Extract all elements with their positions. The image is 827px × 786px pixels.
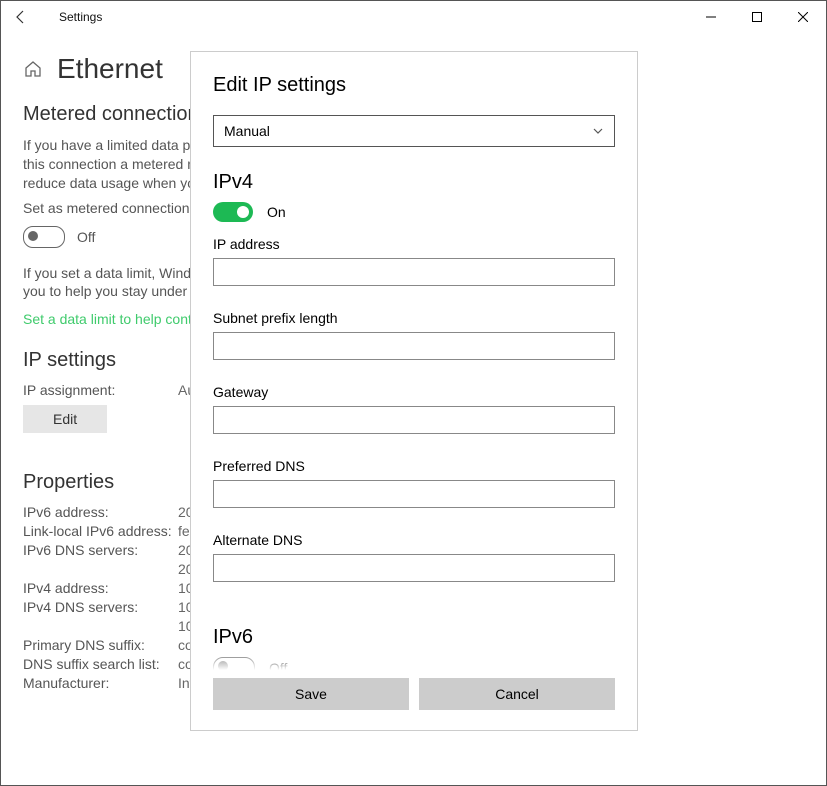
alt-dns-label: Alternate DNS [213, 532, 615, 548]
save-button[interactable]: Save [213, 678, 409, 710]
pref-dns-input[interactable] [213, 480, 615, 508]
subnet-label: Subnet prefix length [213, 310, 615, 326]
property-key: Primary DNS suffix: [23, 637, 178, 653]
ip-assignment-label: IP assignment: [23, 382, 178, 398]
property-key: DNS suffix search list: [23, 656, 178, 672]
ip-address-label: IP address [213, 236, 615, 252]
ipv6-heading: IPv6 [213, 626, 615, 649]
ipv4-toggle[interactable] [213, 202, 253, 222]
ipv4-toggle-state: On [267, 204, 286, 220]
subnet-input[interactable] [213, 332, 615, 360]
property-key: Link-local IPv6 address: [23, 523, 178, 539]
metered-toggle[interactable] [23, 226, 65, 248]
cancel-button[interactable]: Cancel [419, 678, 615, 710]
edit-ip-button[interactable]: Edit [23, 405, 107, 433]
close-button[interactable] [780, 1, 826, 33]
property-key [23, 618, 178, 634]
ip-mode-select[interactable]: Manual [213, 115, 615, 147]
property-key: IPv6 DNS servers: [23, 542, 178, 558]
ip-mode-value: Manual [224, 123, 270, 139]
property-value: fe [178, 523, 190, 539]
property-key: Manufacturer: [23, 675, 178, 691]
metered-toggle-state: Off [77, 229, 95, 245]
home-icon [23, 59, 43, 79]
titlebar: Settings [1, 1, 826, 33]
property-key: IPv4 address: [23, 580, 178, 596]
alt-dns-input[interactable] [213, 554, 615, 582]
window-title: Settings [59, 10, 102, 24]
gateway-label: Gateway [213, 384, 615, 400]
ip-address-input[interactable] [213, 258, 615, 286]
back-button[interactable] [1, 9, 41, 25]
ipv4-heading: IPv4 [213, 171, 615, 194]
property-key: IPv6 address: [23, 504, 178, 520]
pref-dns-label: Preferred DNS [213, 458, 615, 474]
edit-ip-dialog: Edit IP settings Manual IPv4 On IP addre… [190, 51, 638, 731]
page-heading-text: Ethernet [57, 53, 163, 85]
minimize-button[interactable] [688, 1, 734, 33]
dialog-title: Edit IP settings [213, 74, 615, 97]
chevron-down-icon [592, 125, 604, 137]
property-key [23, 561, 178, 577]
maximize-button[interactable] [734, 1, 780, 33]
gateway-input[interactable] [213, 406, 615, 434]
property-key: IPv4 DNS servers: [23, 599, 178, 615]
